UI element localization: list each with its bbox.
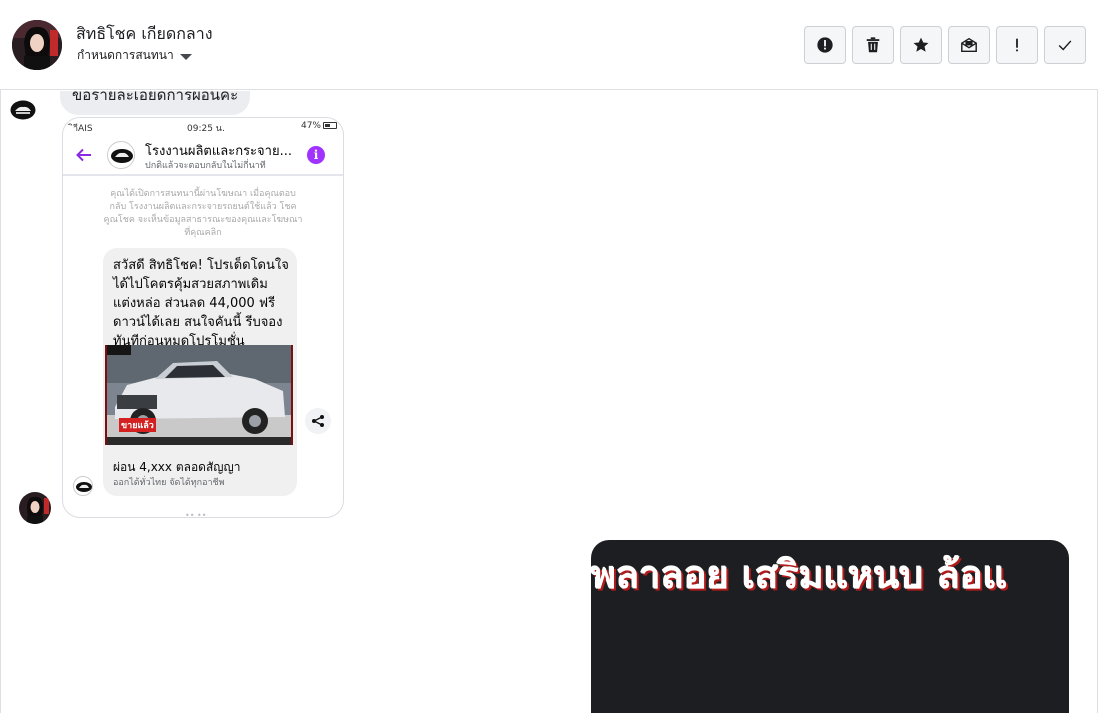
ad-notice-text: คุณได้เปิดการสนทนานี้ผ่านโฆษณา เมื่อคุณต… bbox=[103, 189, 303, 238]
mark-unread-button[interactable] bbox=[948, 26, 990, 64]
important-button[interactable] bbox=[996, 26, 1038, 64]
back-arrow-icon bbox=[76, 148, 91, 162]
message-thread[interactable]: ขอรายละเอียดการผ่อนค่ะ ิาีAIS 09:25 น. 4… bbox=[0, 91, 1098, 713]
ad-message-text: สวัสดี สิทธิโชค! โปรเด็ดโดนใจ ได้ไปโคตรค… bbox=[113, 258, 289, 349]
carrier-label: ิาีAIS bbox=[73, 124, 93, 134]
screenshot-attachment[interactable]: ิาีAIS 09:25 น. 47% โรงงานผลิตและกระจาย.… bbox=[62, 117, 344, 518]
customer-avatar[interactable] bbox=[19, 492, 51, 524]
battery-percent: 47% bbox=[300, 121, 321, 131]
share-button bbox=[305, 408, 331, 434]
car-photo: ขายแล้ว bbox=[105, 345, 293, 445]
conversation-header: สิทธิโชค เกียดกลาง กำหนดการสนทนา bbox=[0, 0, 1098, 90]
promo-headline: พลาลอย เสริมแหนบ ล้อแ bbox=[591, 553, 1008, 597]
promo-image-attachment[interactable]: พลาลอย เสริมแหนบ ล้อแ bbox=[591, 540, 1069, 713]
star-icon bbox=[913, 37, 929, 52]
trash-icon bbox=[866, 37, 880, 53]
status-time: 09:25 น. bbox=[187, 124, 225, 134]
info-icon: i bbox=[307, 146, 325, 164]
page-response-time: ปกติแล้วจะตอบกลับในไม่กี่นาที bbox=[145, 161, 266, 171]
delete-button[interactable] bbox=[852, 26, 894, 64]
page-logo-avatar bbox=[10, 100, 36, 120]
ad-card-subtitle: ออกได้ทั่วไทย จัดได้ทุกอาชีพ bbox=[113, 478, 225, 488]
ad-message-card: สวัสดี สิทธิโชค! โปรเด็ดโดนใจ ได้ไปโคตรค… bbox=[103, 248, 297, 496]
sold-badge: ขายแล้ว bbox=[119, 418, 156, 432]
share-icon bbox=[312, 415, 324, 427]
page-avatar bbox=[107, 141, 135, 169]
more-dots-icon: •• •• bbox=[185, 511, 207, 518]
checkmark-icon bbox=[1058, 40, 1072, 51]
important-icon bbox=[1016, 38, 1018, 52]
conversation-settings-label: กำหนดการสนทนา bbox=[77, 48, 174, 62]
star-button[interactable] bbox=[900, 26, 942, 64]
customer-message-bubble[interactable]: ขอรายละเอียดการผ่อนค่ะ bbox=[60, 91, 251, 115]
battery-icon bbox=[323, 122, 337, 129]
report-icon bbox=[817, 37, 833, 53]
page-avatar-small bbox=[73, 476, 93, 496]
mark-unread-icon bbox=[961, 37, 977, 53]
conversation-toolbar bbox=[804, 26, 1086, 64]
phone-status-bar: ิาีAIS 09:25 น. 47% bbox=[63, 118, 343, 134]
phone-chat-header: โรงงานผลิตและกระจาย... ปกติแล้วจะตอบกลับ… bbox=[63, 134, 343, 176]
report-button[interactable] bbox=[804, 26, 846, 64]
done-button[interactable] bbox=[1044, 26, 1086, 64]
contact-name[interactable]: สิทธิโชค เกียดกลาง bbox=[76, 22, 213, 47]
conversation-settings-dropdown[interactable]: กำหนดการสนทนา bbox=[77, 46, 192, 65]
caret-down-icon bbox=[179, 53, 192, 60]
contact-avatar[interactable] bbox=[12, 20, 62, 70]
